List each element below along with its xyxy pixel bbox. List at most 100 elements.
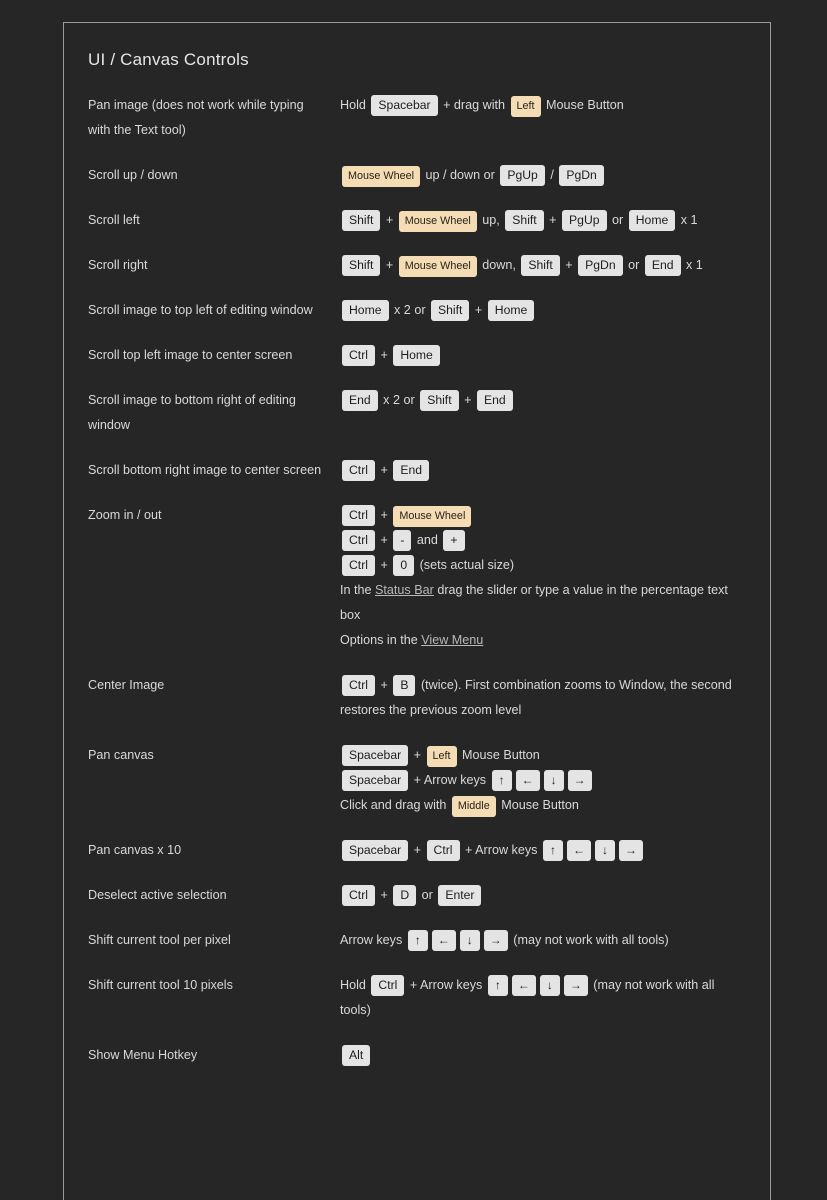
shortcut-line: Ctrl + 0 (sets actual size) — [340, 553, 746, 578]
shortcut-line: Ctrl + Mouse Wheel — [340, 503, 746, 528]
inline-text: x 1 — [677, 213, 698, 228]
inline-text: + — [376, 558, 392, 573]
inline-text: / — [546, 168, 558, 183]
key-chip: Ctrl — [342, 675, 375, 697]
key-chip: End — [393, 460, 430, 482]
shortcut-row: Scroll up / down Mouse Wheel up / down or… — [88, 163, 746, 188]
key-chip: - — [393, 530, 412, 552]
inline-text: x 2 or — [390, 303, 430, 318]
key-chip: Enter — [438, 885, 482, 907]
key-chip: Shift — [431, 300, 470, 322]
shortcut-keys: Shift + Mouse Wheel down, Shift + PgDn o… — [340, 253, 746, 278]
shortcut-description: Scroll up / down — [88, 168, 178, 183]
shortcut-row: Scroll right Shift + Mouse Wheel down, Sh… — [88, 253, 746, 278]
key-chip: Ctrl — [342, 460, 375, 482]
inline-link[interactable]: View Menu — [421, 633, 483, 647]
inline-text: Options in the — [340, 633, 422, 648]
inline-text: Click and drag with — [340, 798, 450, 813]
shortcut-line: In the Status Bar drag the slider or typ… — [340, 578, 746, 628]
shortcut-keys: Ctrl + Home — [340, 343, 746, 368]
shortcut-row: Pan canvas x 10 Spacebar + Ctrl + Arrow k… — [88, 838, 746, 863]
arrow-key-chip: ↑ — [407, 930, 428, 952]
key-chip: Ctrl — [342, 345, 375, 367]
arrow-key-chip: ↓ — [594, 840, 615, 862]
mouse-chip: Mouse Wheel — [393, 506, 472, 528]
shortcut-keys: Arrow keys ↑ ← ↓ → (may not work with all t… — [340, 928, 746, 953]
shortcut-line: End x 2 or Shift + End — [340, 388, 746, 413]
key-chip: PgUp — [562, 210, 607, 232]
key-chip: B — [393, 675, 416, 697]
shortcut-line: Ctrl + End — [340, 458, 746, 483]
shortcut-row: Pan canvas Spacebar + Left Mouse Button Sp… — [88, 743, 746, 818]
arrow-key-chip: ↓ — [539, 975, 560, 997]
shortcut-description: Scroll bottom right image to center scre… — [88, 463, 322, 478]
page-root: UI / Canvas Controls Pan image (does not… — [0, 0, 827, 1200]
key-chip: Ctrl — [342, 555, 375, 577]
shortcut-line: Click and drag with Middle Mouse Button — [340, 793, 746, 818]
arrow-key-chip: → — [567, 770, 592, 792]
shortcut-row: Deselect active selection Ctrl + D or Ent… — [88, 883, 746, 908]
arrow-key-chip: → — [563, 975, 588, 997]
shortcut-description: Scroll right — [88, 258, 148, 273]
shortcut-description: Shift current tool per pixel — [88, 933, 231, 948]
key-chip: Home — [487, 300, 535, 322]
key-chip: Ctrl — [371, 975, 405, 997]
shortcut-description: Show Menu Hotkey — [88, 1048, 198, 1063]
shortcut-row: Center Image Ctrl + B (twice). First comb… — [88, 673, 746, 723]
inline-text: + — [382, 258, 397, 273]
inline-text: Hold — [340, 98, 370, 113]
shortcut-row: Scroll left Shift + Mouse Wheel up, Shift… — [88, 208, 746, 233]
shortcut-line: Ctrl + Home — [340, 343, 746, 368]
key-chip: Shift — [342, 210, 381, 232]
key-chip: Shift — [342, 255, 381, 277]
arrow-key-chip: ↑ — [487, 975, 508, 997]
shortcut-keys: Spacebar + Left Mouse Button Spacebar + A… — [340, 743, 746, 818]
shortcut-line: Options in the View Menu — [340, 628, 746, 653]
arrow-key-chip: ← — [431, 930, 456, 952]
inline-text: (sets actual size) — [416, 558, 515, 573]
inline-text: + — [545, 213, 561, 228]
shortcut-line: Home x 2 or Shift + Home — [340, 298, 746, 323]
shortcut-description: Scroll image to top left of editing wind… — [88, 303, 313, 318]
shortcut-row: Shift current tool 10 pixels Hold Ctrl + … — [88, 973, 746, 1023]
inline-text: + — [471, 303, 486, 318]
inline-text: Mouse Button — [497, 798, 579, 813]
inline-text: + — [376, 678, 392, 693]
key-chip: Home — [628, 210, 676, 232]
inline-text: + drag with — [439, 98, 509, 113]
key-chip: Home — [342, 300, 389, 322]
arrow-key-chip: ↓ — [543, 770, 564, 792]
shortcut-row: Pan image (does not work while typing wi… — [88, 93, 746, 143]
inline-text: and — [413, 533, 442, 548]
key-chip: Shift — [505, 210, 544, 232]
shortcut-keys: Ctrl + B (twice). First combination zoom… — [340, 673, 746, 723]
key-chip: Spacebar — [371, 95, 438, 117]
shortcut-keys: Ctrl + D or Enter — [340, 883, 746, 908]
inline-link[interactable]: Status Bar — [375, 583, 434, 597]
key-chip: Shift — [420, 390, 459, 412]
mouse-chip: Mouse Wheel — [342, 166, 421, 188]
inline-text: down, — [478, 258, 520, 273]
inline-text: or — [624, 258, 643, 273]
shortcut-description: Scroll top left image to center screen — [88, 348, 293, 363]
key-chip: D — [393, 885, 417, 907]
shortcut-description: Scroll left — [88, 213, 140, 228]
key-chip: + — [443, 530, 465, 552]
key-chip: Alt — [342, 1045, 371, 1067]
inline-text: + — [376, 348, 392, 363]
inline-text: Mouse Button — [542, 98, 624, 113]
mouse-chip: Middle — [451, 796, 496, 818]
shortcut-keys: Ctrl + End — [340, 458, 746, 483]
inline-text: In the — [340, 583, 376, 598]
ui-canvas-controls-panel: UI / Canvas Controls Pan image (does not… — [63, 22, 771, 1200]
shortcut-keys: Spacebar + Ctrl + Arrow keys ↑ ← ↓ → — [340, 838, 746, 863]
shortcut-line: Hold Spacebar + drag with Left Mouse But… — [340, 93, 746, 118]
page-title: UI / Canvas Controls — [88, 50, 249, 69]
key-chip: PgUp — [500, 165, 545, 187]
inline-text: Mouse Button — [458, 748, 540, 763]
shortcut-line: Ctrl + D or Enter — [340, 883, 746, 908]
inline-text: + — [376, 463, 392, 478]
key-chip: 0 — [393, 555, 415, 577]
inline-text: + — [382, 213, 397, 228]
shortcut-description: Pan canvas — [88, 748, 154, 763]
